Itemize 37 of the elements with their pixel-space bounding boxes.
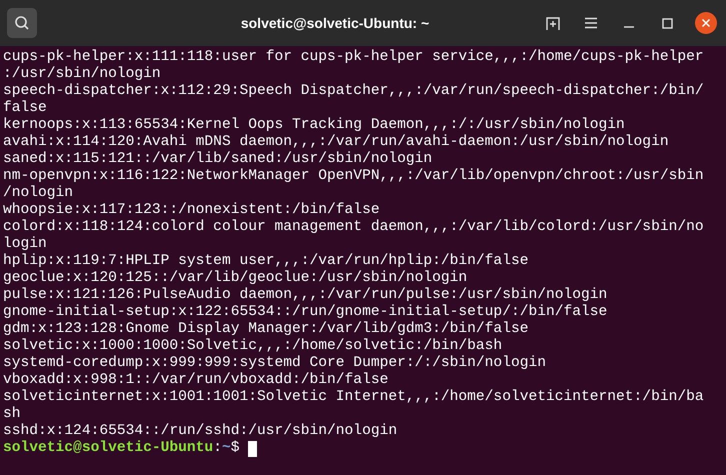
terminal-line: :/usr/sbin/nologin (3, 66, 161, 83)
terminal-line: /nologin (3, 185, 74, 202)
minimize-icon (624, 26, 634, 28)
terminal-line: colord:x:118:124:colord colour management daemon,,,:/var/lib/colord:/usr/sbin/no (3, 219, 704, 236)
terminal-line: sh (3, 406, 21, 423)
terminal-line: whoopsie:x:117:123::/nonexistent:/bin/false (3, 202, 380, 219)
terminal-line: login (3, 236, 47, 253)
close-button[interactable] (695, 12, 717, 34)
terminal-line: cups-pk-helper:x:111:118:user for cups-pk-helper service,,,:/home/cups-pk-helper (3, 49, 704, 66)
prompt-symbol: $ (230, 440, 240, 457)
prompt-separator: : (213, 440, 222, 457)
terminal-line: speech-dispatcher:x:112:29:Speech Dispatcher,,,:/var/run/speech-dispatcher:/bin/ (3, 83, 704, 100)
search-icon (14, 15, 30, 31)
terminal-line: gnome-initial-setup:x:122:65534::/run/gnome-initial-setup/:/bin/false (3, 304, 608, 321)
prompt-path: ~ (222, 440, 231, 457)
search-button[interactable] (7, 8, 37, 38)
terminal-line: solveticinternet:x:1001:1001:Solvetic Internet,,,:/home/solveticinternet:/bin/ba (3, 389, 704, 406)
terminal-line: systemd-coredump:x:999:999:systemd Core Dumper:/:/sbin/nologin (3, 355, 546, 372)
text-cursor (248, 440, 258, 456)
terminal-line: avahi:x:114:120:Avahi mDNS daemon,,,:/var/run/avahi-daemon:/usr/sbin/nologin (3, 134, 669, 151)
terminal-line: solvetic:x:1000:1000:Solvetic,,,:/home/solvetic:/bin/bash (3, 338, 502, 355)
maximize-icon (662, 18, 672, 28)
window-title: solvetic@solvetic-Ubuntu: ~ (240, 14, 430, 32)
terminal-line: vboxadd:x:998:1::/var/run/vboxadd:/bin/false (3, 372, 388, 389)
terminal-line: false (3, 100, 47, 117)
terminal-line: hplip:x:119:7:HPLIP system user,,,:/var/run/hplip:/bin/false (3, 253, 528, 270)
terminal-line: pulse:x:121:126:PulseAudio daemon,,,:/var/run/pulse:/usr/sbin/nologin (3, 287, 608, 304)
terminal-line: gdm:x:123:128:Gnome Display Manager:/var/lib/gdm3:/bin/false (3, 321, 528, 338)
terminal-line: nm-openvpn:x:116:122:NetworkManager OpenVPN,,,:/var/lib/openvpn/chroot:/usr/sbin (3, 168, 704, 185)
new-tab-icon (545, 15, 561, 31)
terminal-line: sshd:x:124:65534::/run/sshd:/usr/sbin/nologin (3, 423, 398, 440)
terminal-line: saned:x:115:121::/var/lib/saned:/usr/sbin/nologin (3, 151, 432, 168)
close-icon (701, 18, 711, 28)
menu-icon (584, 17, 598, 29)
terminal-line: kernoops:x:113:65534:Kernel Oops Tracking Daemon,,,:/:/usr/sbin/nologin (3, 117, 625, 134)
prompt-user-host: solvetic@solvetic-Ubuntu (3, 440, 214, 457)
terminal-line: geoclue:x:120:125::/var/lib/geoclue:/usr/sbin/nologin (3, 270, 468, 287)
